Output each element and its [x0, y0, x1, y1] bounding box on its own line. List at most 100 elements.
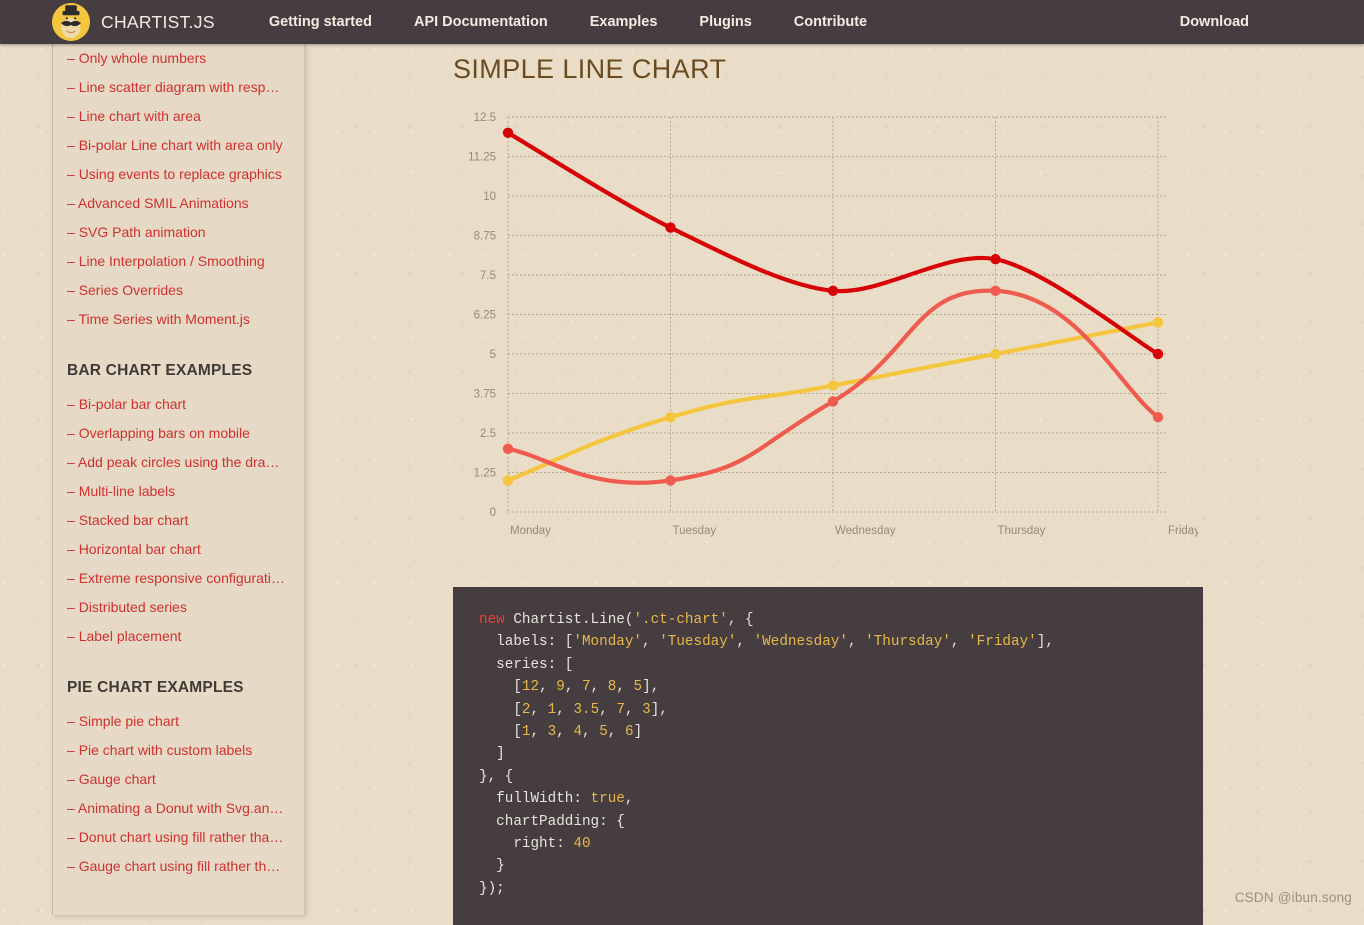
- sidebar-item-label: Distributed series: [78, 599, 187, 615]
- sidebar-item-using-events[interactable]: – Using events to replace graphics: [67, 160, 290, 189]
- svg-text:Thursday: Thursday: [998, 525, 1046, 537]
- sidebar-item-label: Line scatter diagram with resp…: [78, 79, 280, 95]
- dash: –: [67, 50, 75, 66]
- nav-link-api-documentation[interactable]: API Documentation: [393, 14, 569, 30]
- sidebar-item-animating-donut[interactable]: – Animating a Donut with Svg.an…: [67, 794, 290, 823]
- sidebar-item-add-peak-circles[interactable]: – Add peak circles using the dra…: [67, 448, 290, 477]
- sidebar-item-overlapping-bars[interactable]: – Overlapping bars on mobile: [67, 419, 290, 448]
- sidebar-item-label: Donut chart using fill rather tha…: [78, 829, 284, 845]
- sidebar-item-bipolar-bar-chart[interactable]: – Bi-polar bar chart: [67, 390, 290, 419]
- sidebar-item-distributed-series[interactable]: – Distributed series: [67, 593, 290, 622]
- watermark: CSDN @ibun.song: [1234, 890, 1352, 905]
- sidebar-item-pie-custom-labels[interactable]: – Pie chart with custom labels: [67, 736, 290, 765]
- svg-text:10: 10: [483, 191, 496, 203]
- sidebar-item-gauge-chart[interactable]: – Gauge chart: [67, 765, 290, 794]
- sidebar-item-label: Bi-polar Line chart with area only: [78, 137, 283, 153]
- nav-right-group: Download: [1180, 13, 1364, 31]
- chart-point: [665, 475, 676, 486]
- sidebar-item-label: Overlapping bars on mobile: [78, 425, 250, 441]
- dash: –: [67, 79, 75, 95]
- sidebar-item-label: Label placement: [78, 628, 182, 644]
- chart-point: [502, 475, 514, 486]
- sidebar-item-label: Time Series with Moment.js: [78, 311, 250, 327]
- dash: –: [67, 224, 75, 240]
- svg-text:2.5: 2.5: [480, 428, 496, 440]
- chart-point: [827, 285, 839, 296]
- sidebar-item-line-chart-with-area[interactable]: – Line chart with area: [67, 102, 290, 131]
- nav-link-examples[interactable]: Examples: [569, 14, 679, 30]
- main-content: SIMPLE LINE CHART 0 1.25 2.5 3.75 5 6.25 7.5 8.…: [305, 44, 1364, 925]
- dash: –: [67, 570, 75, 586]
- sidebar-item-label: Simple pie chart: [78, 713, 180, 729]
- sidebar-item-label: Advanced SMIL Animations: [77, 195, 249, 211]
- sidebar-item-stacked-bar-chart[interactable]: – Stacked bar chart: [67, 506, 290, 535]
- dash: –: [67, 108, 75, 124]
- sidebar-item-label-placement[interactable]: – Label placement: [67, 622, 290, 651]
- sidebar-item-line-interpolation[interactable]: – Line Interpolation / Smoothing: [67, 247, 290, 276]
- line-chart-svg: 0 1.25 2.5 3.75 5 6.25 7.5 8.75 10 11.25 12.5 Monda…: [468, 112, 1198, 537]
- svg-text:6.25: 6.25: [474, 310, 496, 322]
- dash: –: [67, 483, 75, 499]
- sidebar-item-label: Line chart with area: [78, 108, 201, 124]
- code-sample-block: new Chartist.Line('.ct-chart', { labels:…: [453, 587, 1203, 925]
- svg-text:11.25: 11.25: [468, 152, 496, 164]
- dash: –: [67, 713, 75, 729]
- sidebar-item-label: Pie chart with custom labels: [78, 742, 253, 758]
- svg-text:12.5: 12.5: [474, 112, 496, 124]
- sidebar-item-label: SVG Path animation: [78, 224, 206, 240]
- line-chart: 0 1.25 2.5 3.75 5 6.25 7.5 8.75 10 11.25 12.5 Monda…: [453, 99, 1198, 554]
- dash: –: [67, 800, 75, 816]
- sidebar-item-horizontal-bar-chart[interactable]: – Horizontal bar chart: [67, 535, 290, 564]
- dash: –: [67, 541, 75, 557]
- sidebar-item-time-series-moment[interactable]: – Time Series with Moment.js: [67, 305, 290, 334]
- svg-text:Wednesday: Wednesday: [835, 525, 896, 537]
- dash: –: [67, 137, 75, 153]
- sidebar-item-bipolar-line-chart[interactable]: – Bi-polar Line chart with area only: [67, 131, 290, 160]
- sidebar-item-series-overrides[interactable]: – Series Overrides: [67, 276, 290, 305]
- dash: –: [67, 396, 75, 412]
- dash: –: [67, 771, 75, 787]
- svg-text:Tuesday: Tuesday: [673, 525, 717, 537]
- sidebar-item-advanced-smil-animations[interactable]: – Advanced SMIL Animations: [67, 189, 290, 218]
- sidebar-container: – Only whole numbers – Line scatter diag…: [0, 44, 305, 925]
- dash: –: [67, 425, 75, 441]
- svg-text:8.75: 8.75: [474, 231, 496, 243]
- nav-link-contribute[interactable]: Contribute: [773, 14, 888, 30]
- sidebar-item-gauge-fill[interactable]: – Gauge chart using fill rather th…: [67, 852, 290, 881]
- sidebar-heading-bar-chart: BAR CHART EXAMPLES: [67, 362, 253, 379]
- dash: –: [67, 195, 75, 211]
- sidebar-item-line-scatter-diagram[interactable]: – Line scatter diagram with resp…: [67, 73, 290, 102]
- download-link[interactable]: Download: [1180, 14, 1249, 30]
- sidebar-item-label: Extreme responsive configurati…: [78, 570, 285, 586]
- nav-link-getting-started[interactable]: Getting started: [248, 14, 393, 30]
- top-navbar: CHARTIST.JS Getting started API Document…: [0, 0, 1364, 44]
- sidebar-item-simple-pie-chart[interactable]: – Simple pie chart: [67, 707, 290, 736]
- sidebar-item-extreme-responsive[interactable]: – Extreme responsive configurati…: [67, 564, 290, 593]
- gentleman-tophat-avatar-icon: [52, 3, 90, 41]
- chart-point: [827, 396, 839, 407]
- sidebar-item-svg-path-animation[interactable]: – SVG Path animation: [67, 218, 290, 247]
- examples-sidebar: – Only whole numbers – Line scatter diag…: [52, 44, 305, 915]
- brand-logo-link[interactable]: CHARTIST.JS: [52, 3, 215, 41]
- page-body: – Only whole numbers – Line scatter diag…: [0, 44, 1364, 925]
- brand-name: CHARTIST.JS: [101, 11, 215, 32]
- dash: –: [67, 282, 75, 298]
- page-title: SIMPLE LINE CHART: [453, 54, 727, 84]
- sidebar-item-multi-line-labels[interactable]: – Multi-line labels: [67, 477, 290, 506]
- sidebar-item-label: Gauge chart: [78, 771, 156, 787]
- chart-point: [502, 127, 514, 138]
- sidebar-item-label: Gauge chart using fill rather th…: [78, 858, 281, 874]
- svg-text:7.5: 7.5: [480, 270, 496, 282]
- sidebar-item-label: Line Interpolation / Smoothing: [78, 253, 265, 269]
- svg-text:1.25: 1.25: [474, 468, 496, 480]
- chart-point: [1152, 348, 1164, 360]
- sidebar-item-only-whole-numbers[interactable]: – Only whole numbers: [67, 44, 290, 73]
- chart-point: [1152, 317, 1164, 328]
- chart-point: [665, 222, 676, 233]
- dash: –: [67, 512, 75, 528]
- sidebar-item-label: Bi-polar bar chart: [78, 396, 187, 412]
- dash: –: [67, 858, 75, 874]
- sidebar-item-donut-fill[interactable]: – Donut chart using fill rather tha…: [67, 823, 290, 852]
- dash: –: [67, 166, 75, 182]
- nav-link-plugins[interactable]: Plugins: [678, 14, 772, 30]
